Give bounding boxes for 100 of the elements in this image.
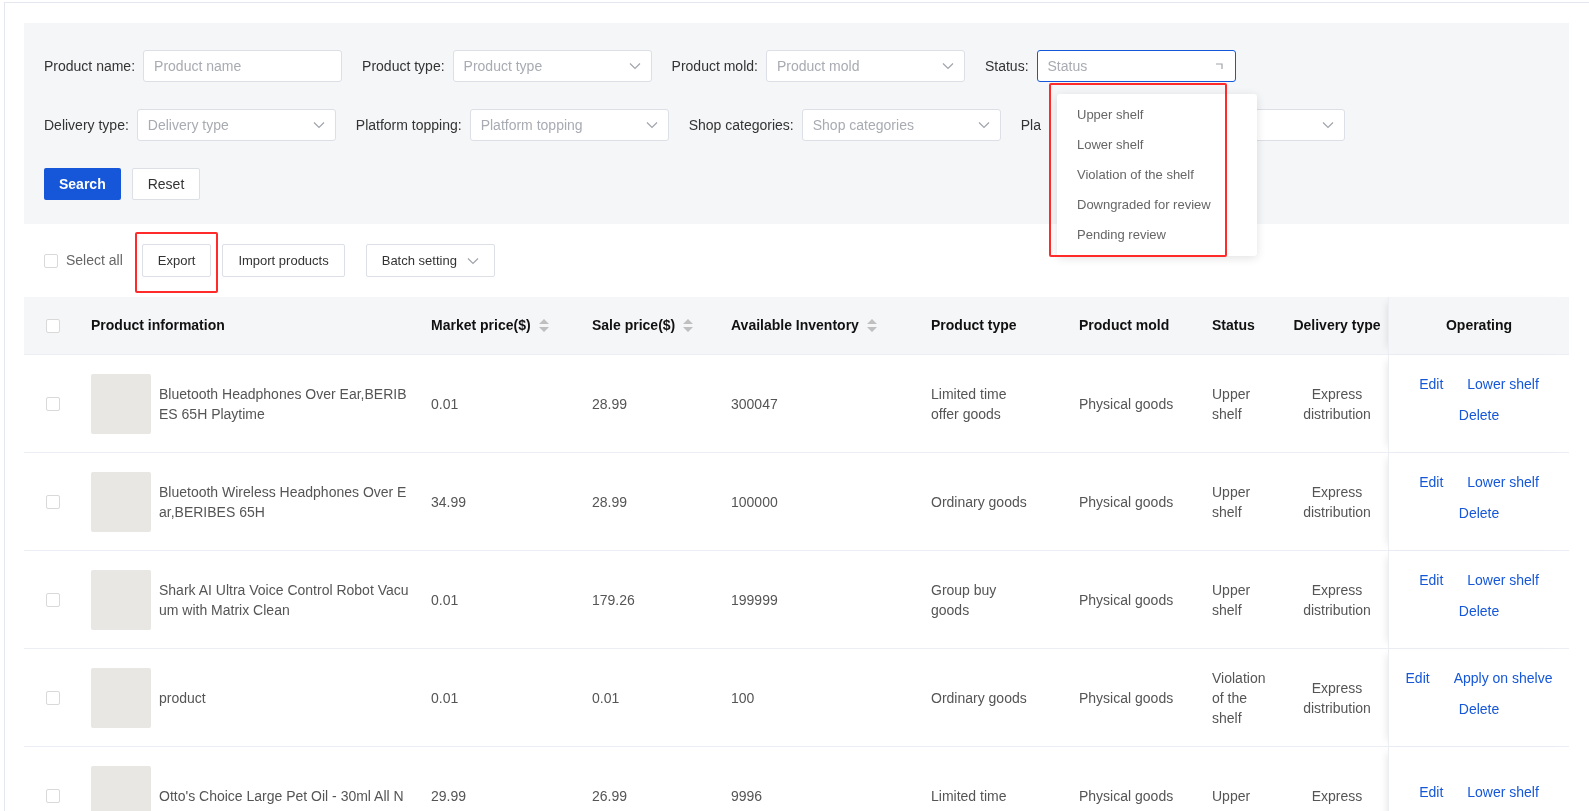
table-cell-text: 34.99: [430, 492, 468, 512]
dropdown-option[interactable]: Downgraded for review: [1057, 190, 1257, 220]
photo-placeholder: [91, 667, 151, 728]
table-cell-text: Violation of the shelf: [1211, 668, 1267, 728]
table-cell-text: Ordinary goods: [930, 688, 1028, 708]
column-header: Delivery type: [1293, 316, 1381, 335]
table-cell-text: Express distribution: [1302, 482, 1372, 522]
table-cell-text: Group buy goods: [930, 580, 998, 620]
table-cell-text: Express distribution: [1302, 678, 1372, 718]
chevron-down-icon: [941, 62, 954, 70]
toolbar-button[interactable]: Export: [141, 244, 212, 277]
sort-icon[interactable]: [866, 319, 877, 332]
chevron-down-icon: [466, 256, 479, 265]
table-cell-text: 29.99: [430, 786, 468, 806]
action-link[interactable]: Delete: [1458, 405, 1500, 425]
action-link[interactable]: Edit: [1419, 374, 1444, 394]
dropdown-option[interactable]: Pending review: [1057, 220, 1257, 250]
product-name: Bluetooth Wireless Headphones Over Ear,BERIBES 65H: [159, 482, 408, 522]
checkbox[interactable]: [45, 318, 60, 333]
checkbox[interactable]: [45, 494, 60, 509]
table-cell-text: 179.26: [591, 590, 636, 610]
column-header: Product mold: [1079, 316, 1170, 335]
table-cell-text: 26.99: [591, 786, 629, 806]
photo-placeholder: [91, 765, 151, 811]
table-cell-text: 0.01: [591, 688, 621, 708]
filter-label: Product mold:: [671, 58, 758, 74]
dropdown-option[interactable]: Violation of the shelf: [1057, 160, 1257, 190]
action-link[interactable]: Edit: [1419, 781, 1444, 802]
table-cell-text: Upper shelf: [1211, 580, 1252, 620]
table-cell-text: Express distribution: [1302, 580, 1372, 620]
table-cell-text: 199999: [730, 590, 779, 610]
filter-label: Status:: [984, 58, 1029, 74]
column-header: Product information: [91, 316, 225, 335]
table-cell-text: Express: [1310, 786, 1364, 806]
table-cell-text: Physical goods: [1078, 590, 1175, 610]
column-header: Available Inventory: [731, 316, 859, 335]
chevron-down-icon: [977, 121, 990, 129]
product-name: product: [159, 688, 206, 708]
table-cell-text: Physical goods: [1078, 394, 1175, 414]
action-link[interactable]: Edit: [1419, 472, 1444, 492]
table-cell-text: 0.01: [430, 394, 460, 414]
dropdown-button[interactable]: Batch setting: [365, 244, 495, 277]
action-link[interactable]: Delete: [1458, 699, 1500, 719]
filter-label: Shop categories:: [688, 117, 794, 133]
table-cell-text: Upper: [1211, 786, 1252, 806]
chevron-down-icon: [312, 121, 325, 129]
action-link[interactable]: Lower shelf: [1467, 570, 1539, 590]
checkbox[interactable]: [44, 253, 58, 268]
checkbox[interactable]: [45, 788, 60, 803]
table-cell-text: 0.01: [430, 688, 460, 708]
action-link[interactable]: Delete: [1458, 503, 1500, 523]
photo-placeholder: [91, 373, 151, 434]
dropdown-option[interactable]: Upper shelf: [1057, 100, 1257, 130]
table-cell-text: Upper shelf: [1211, 384, 1252, 424]
table-cell-text: Limited time offer goods: [930, 384, 1008, 424]
checkbox[interactable]: [45, 690, 60, 705]
chevron-down-icon: [1321, 121, 1334, 129]
table-cell-text: 0.01: [430, 590, 460, 610]
action-link[interactable]: Delete: [1458, 601, 1500, 621]
dropdown-option[interactable]: Lower shelf: [1057, 130, 1257, 160]
product-name: Otto's Choice Large Pet Oil - 30ml All N: [159, 786, 404, 806]
toolbar-button[interactable]: Import products: [222, 244, 345, 277]
column-header: Operating: [1445, 316, 1513, 335]
filter-label: Pla: [1020, 117, 1041, 133]
search-button[interactable]: Search: [44, 168, 121, 200]
chevron-down-icon: [645, 121, 658, 129]
table-cell-text: Upper shelf: [1211, 482, 1252, 522]
action-link[interactable]: Edit: [1405, 668, 1430, 688]
table-cell-text: Limited time: [930, 786, 1008, 806]
filter-label: Product name:: [44, 58, 136, 74]
product-name: Bluetooth Headphones Over Ear,BERIBES 65H Playtime: [159, 384, 408, 424]
table-cell-text: Physical goods: [1078, 786, 1175, 806]
table-cell-text: 28.99: [591, 492, 629, 512]
table-cell-text: 9996: [730, 786, 764, 806]
table-cell-text: 28.99: [591, 394, 629, 414]
filter-label: Platform topping:: [355, 117, 462, 133]
reset-button[interactable]: Reset: [131, 168, 201, 200]
chevron-down-icon: [628, 62, 641, 70]
photo-placeholder: [91, 471, 151, 532]
action-link[interactable]: Apply on shelve: [1453, 668, 1553, 688]
column-header: Market price($): [431, 316, 531, 335]
column-header: Status: [1212, 316, 1255, 335]
column-header: Sale price($): [592, 316, 676, 335]
table-cell-text: 100000: [730, 492, 779, 512]
sort-icon[interactable]: [538, 319, 549, 332]
select-all-label: Select all: [66, 251, 123, 270]
table-cell-text: Ordinary goods: [930, 492, 1028, 512]
photo-placeholder: [91, 569, 151, 630]
checkbox[interactable]: [45, 592, 60, 607]
action-link[interactable]: Edit: [1419, 570, 1444, 590]
action-link[interactable]: Lower shelf: [1467, 374, 1539, 394]
table-cell-text: 300047: [730, 394, 779, 414]
action-link[interactable]: Lower shelf: [1467, 472, 1539, 492]
table-cell-text: Physical goods: [1078, 688, 1175, 708]
checkbox[interactable]: [45, 396, 60, 411]
action-link[interactable]: Lower shelf: [1467, 781, 1539, 802]
text-field[interactable]: Product name: [143, 50, 343, 82]
filter-label: Product type:: [362, 58, 445, 74]
sort-icon[interactable]: [683, 319, 694, 332]
filter-label: Delivery type:: [44, 117, 129, 133]
